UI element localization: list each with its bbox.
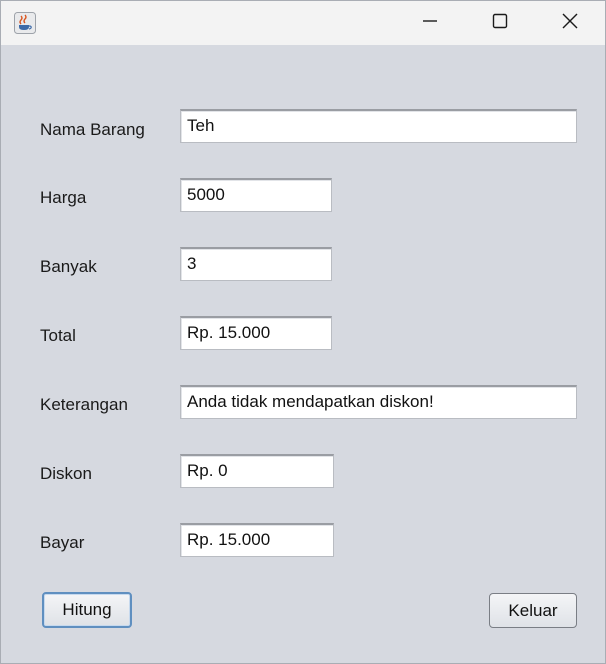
nama-barang-label: Nama Barang (40, 120, 145, 139)
app-window: Nama Barang Teh Harga 5000 Banyak 3 Tota… (0, 0, 606, 664)
banyak-field[interactable]: 3 (180, 247, 332, 281)
form-panel: Nama Barang Teh Harga 5000 Banyak 3 Tota… (1, 45, 605, 663)
diskon-label: Diskon (40, 464, 92, 483)
nama-barang-field[interactable]: Teh (180, 109, 577, 143)
keterangan-field[interactable]: Anda tidak mendapatkan diskon! (180, 385, 577, 419)
hitung-button[interactable]: Hitung (42, 592, 132, 628)
keterangan-label: Keterangan (40, 395, 128, 414)
harga-field[interactable]: 5000 (180, 178, 332, 212)
maximize-icon (492, 13, 508, 34)
total-label: Total (40, 326, 76, 345)
title-bar[interactable] (1, 1, 605, 45)
banyak-label: Banyak (40, 257, 97, 276)
close-button[interactable] (535, 1, 605, 45)
minimize-icon (422, 13, 438, 34)
keluar-button[interactable]: Keluar (489, 593, 577, 628)
bayar-field[interactable]: Rp. 15.000 (180, 523, 334, 557)
bayar-label: Bayar (40, 533, 85, 552)
maximize-button[interactable] (465, 1, 535, 45)
diskon-field[interactable]: Rp. 0 (180, 454, 334, 488)
close-icon (562, 13, 578, 34)
total-field[interactable]: Rp. 15.000 (180, 316, 332, 350)
minimize-button[interactable] (395, 1, 465, 45)
harga-label: Harga (40, 188, 87, 207)
java-coffee-cup-icon[interactable] (14, 12, 36, 34)
